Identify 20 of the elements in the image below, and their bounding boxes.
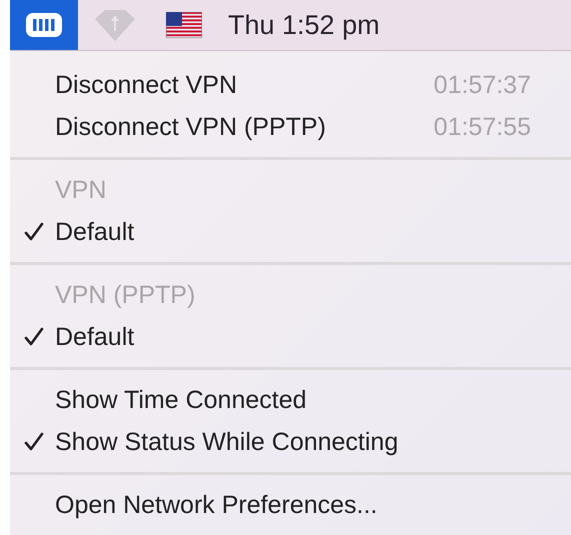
section-header: VPN: [55, 176, 106, 204]
connected-time: 01:57:37: [434, 70, 531, 100]
menu-item-label: Show Status While Connecting: [55, 428, 398, 456]
menubar-clock[interactable]: Thu 1:52 pm: [228, 10, 380, 40]
menu-item-label: Open Network Preferences...: [55, 490, 378, 520]
menu-item[interactable]: Show Time Connected: [10, 379, 571, 421]
menu-item[interactable]: Open Network Preferences...: [10, 484, 571, 526]
menubar-vpn-icon[interactable]: [10, 0, 78, 50]
menu-item[interactable]: Default: [10, 211, 571, 253]
menu-item[interactable]: Disconnect VPN 01:57:37: [10, 64, 571, 106]
menu-item-label: Disconnect VPN (PPTP): [55, 112, 326, 142]
connected-time: 01:57:55: [434, 112, 531, 142]
menu-item[interactable]: Show Status While Connecting: [10, 421, 571, 463]
menu-item[interactable]: Default: [10, 316, 571, 358]
menu-item-label: Default: [55, 322, 134, 352]
menu-item-label: Default: [55, 218, 134, 246]
menu-item[interactable]: Disconnect VPN (PPTP) 01:57:55: [10, 106, 571, 148]
section-header: VPN (PPTP): [55, 280, 196, 310]
menu-item-label: Disconnect VPN: [55, 70, 238, 100]
menu-item-label: Show Time Connected: [55, 386, 307, 414]
